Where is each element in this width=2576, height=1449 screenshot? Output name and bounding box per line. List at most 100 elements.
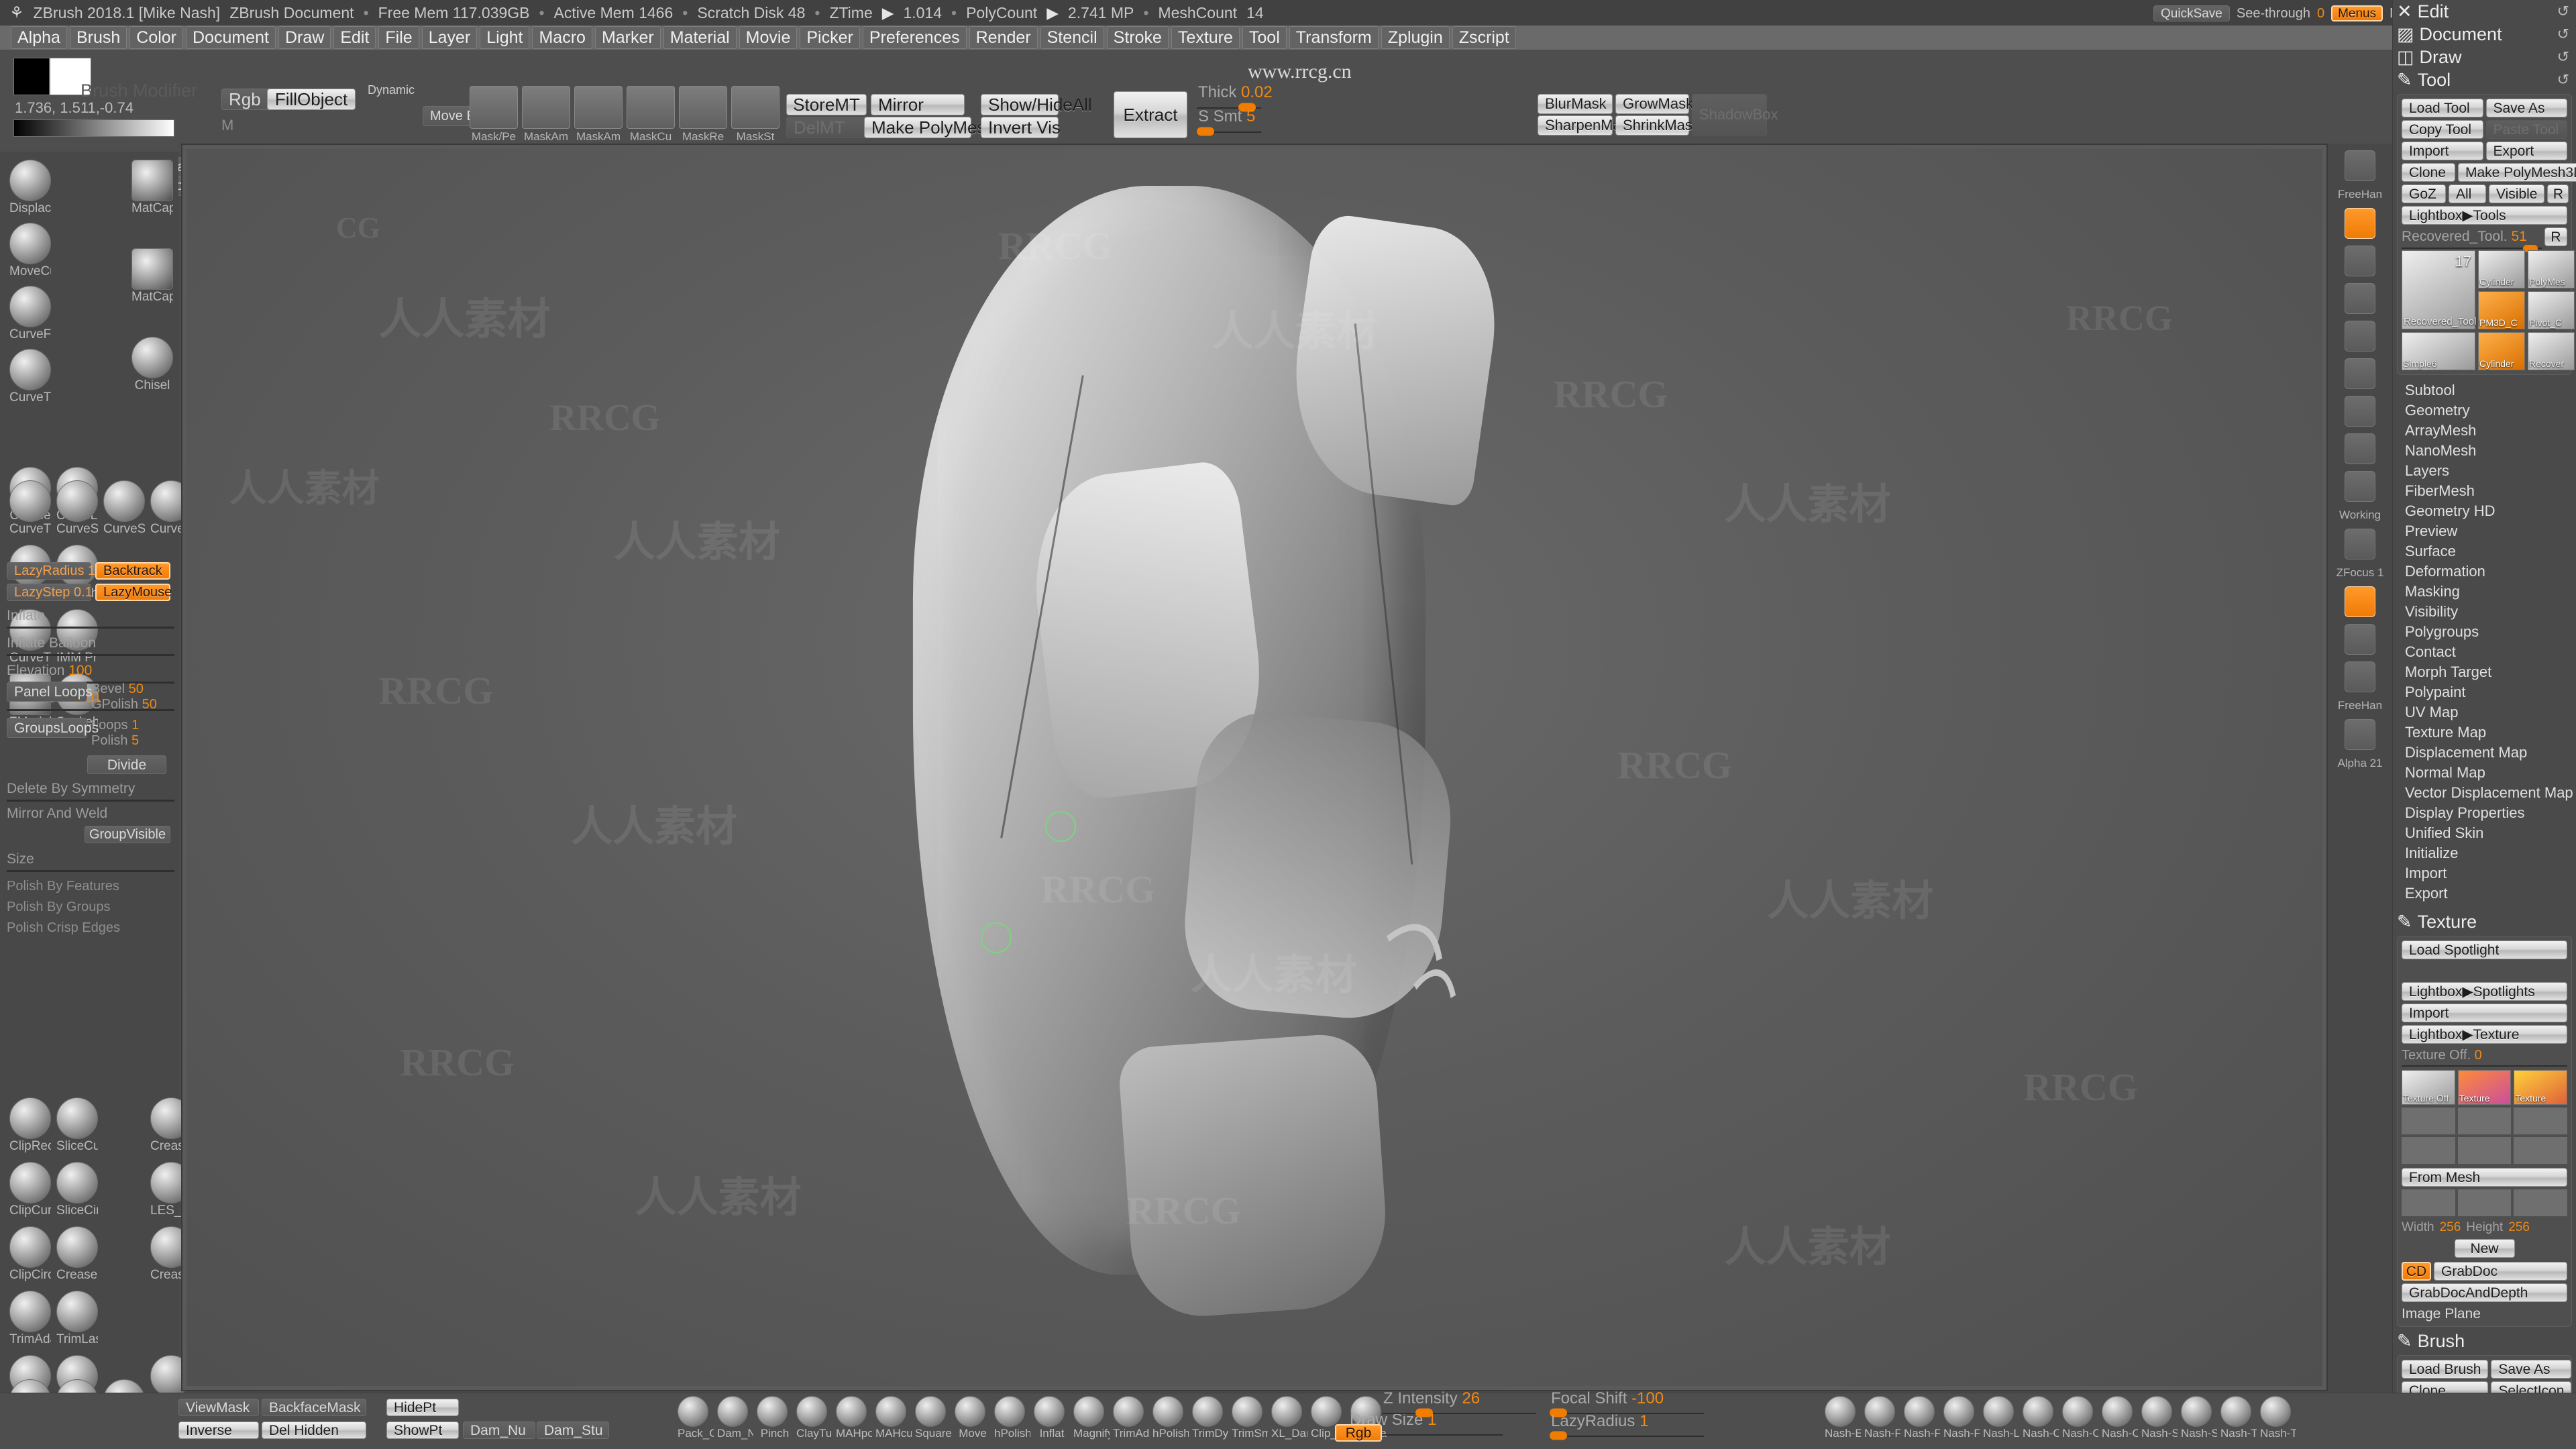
menu-document[interactable]: Document: [186, 25, 276, 50]
tool-thumb-recovered[interactable]: 17 Recovered_Tool: [2402, 250, 2476, 329]
draw-mode-button[interactable]: [2345, 246, 2375, 276]
menu-alpha[interactable]: Alpha: [11, 25, 67, 50]
loops-slider[interactable]: Loops 1: [91, 718, 172, 733]
menu-tool[interactable]: Tool: [1242, 25, 1287, 50]
color-gradient-bar[interactable]: [13, 119, 174, 137]
shrinkmask-button[interactable]: ShrinkMask: [1615, 115, 1700, 136]
curveture-brush[interactable]: CurveTu: [9, 480, 51, 537]
subpalette-uv-map[interactable]: UV Map: [2393, 702, 2576, 722]
freehand-2-button[interactable]: [2345, 719, 2375, 750]
zfocus-button[interactable]: [2345, 586, 2375, 617]
brush-quick-item[interactable]: Pack_C: [678, 1396, 714, 1440]
quicksave-button[interactable]: QuickSave: [2153, 5, 2230, 21]
subpalette-visibility[interactable]: Visibility: [2393, 602, 2576, 622]
brush-quick-item[interactable]: Magnify: [1073, 1396, 1110, 1440]
lightbox-spotlights-button[interactable]: Lightbox▶Spotlights: [2402, 982, 2567, 1001]
cliprect-brush[interactable]: ClipRect: [9, 1097, 51, 1154]
texture-thumb-3[interactable]: [2402, 1108, 2455, 1134]
brush-quick-item[interactable]: Move: [955, 1396, 991, 1440]
mirror-and-weld-label[interactable]: Mirror And Weld: [7, 806, 107, 822]
slicecircle-brush[interactable]: SliceCirc: [56, 1162, 98, 1218]
lasso-select-button[interactable]: [2345, 283, 2375, 314]
subpalette-morph-target[interactable]: Morph Target: [2393, 662, 2576, 682]
reset-icon[interactable]: ↺: [2557, 25, 2569, 43]
brush-quick-item[interactable]: MAHcut: [875, 1396, 912, 1440]
polish-by-groups-label[interactable]: Polish By Groups: [7, 900, 174, 915]
mask-rect-icon[interactable]: [627, 86, 675, 129]
bevel-slider[interactable]: Bevel 50: [91, 682, 172, 697]
inverse-button[interactable]: Inverse: [178, 1421, 259, 1439]
tool-thumb-recover[interactable]: Recover: [2528, 332, 2575, 370]
clone-button[interactable]: Clone: [2402, 163, 2455, 182]
del-hidden-button[interactable]: Del Hidden: [262, 1421, 366, 1439]
texture-thumb-11[interactable]: [2514, 1189, 2567, 1216]
scale-tool-button[interactable]: [2345, 321, 2375, 352]
menu-light[interactable]: Light: [480, 25, 530, 50]
brush-quick-item[interactable]: hPolish: [1152, 1396, 1189, 1440]
subpalette-arraymesh[interactable]: ArrayMesh: [2393, 421, 2576, 441]
menu-stroke[interactable]: Stroke: [1106, 25, 1169, 50]
dam-nu-button[interactable]: Dam_Nu: [463, 1421, 535, 1439]
brush-quick-item[interactable]: Dam_Nu: [717, 1396, 753, 1440]
lazystep-slider[interactable]: LazyStep 0.1: [7, 584, 93, 601]
nash-brush-item[interactable]: Nash-Fo: [1943, 1396, 1980, 1440]
subpalette-polypaint[interactable]: Polypaint: [2393, 682, 2576, 702]
palette-section-edit[interactable]: ✕ Edit ↺: [2393, 0, 2576, 23]
groupvisible-button[interactable]: GroupVisible: [85, 826, 170, 843]
subpalette-geometry[interactable]: Geometry: [2393, 400, 2576, 421]
tool-thumb-cylinder2[interactable]: Cylinder: [2478, 332, 2525, 370]
menu-brush[interactable]: Brush: [69, 25, 127, 50]
menu-movie[interactable]: Movie: [739, 25, 798, 50]
curvesnake-brush[interactable]: CurveSn: [56, 480, 98, 537]
load-spotlight-button[interactable]: Load Spotlight: [2402, 941, 2567, 959]
menus-button[interactable]: Menus: [2331, 5, 2383, 21]
chisel-brush[interactable]: Chisel: [131, 337, 173, 393]
brush-quick-item[interactable]: Pinch: [757, 1396, 793, 1440]
texture-thumb-off[interactable]: Texture Off: [2402, 1070, 2455, 1105]
subpalette-contact[interactable]: Contact: [2393, 642, 2576, 662]
shadowbox-button[interactable]: ShadowBox: [1692, 94, 1778, 136]
subpalette-subtool[interactable]: Subtool: [2393, 380, 2576, 400]
tool-thumb-polymesh[interactable]: PolyMes: [2528, 250, 2575, 288]
matcap-material[interactable]: MatCap: [131, 160, 173, 216]
floor-grid-button[interactable]: [2345, 471, 2375, 502]
import-button[interactable]: Import: [2402, 142, 2483, 160]
nash-brush-item[interactable]: Nash-Li: [1983, 1396, 2019, 1440]
mask-ambient-icon[interactable]: [522, 86, 570, 129]
delete-by-symmetry-label[interactable]: Delete By Symmetry: [7, 781, 174, 797]
copy-tool-button[interactable]: Copy Tool: [2402, 120, 2483, 139]
texture-import-button[interactable]: Import: [2402, 1004, 2567, 1022]
menu-marker[interactable]: Marker: [594, 25, 661, 50]
menu-color[interactable]: Color: [129, 25, 184, 50]
paste-tool-button[interactable]: Paste Tool: [2485, 120, 2567, 139]
lazyradius-bottom-slider[interactable]: LazyRadius 1: [1550, 1412, 1704, 1440]
curvestrap-brush[interactable]: CurveSt: [103, 480, 145, 537]
menu-render[interactable]: Render: [969, 25, 1038, 50]
subpalette-geometry-hd[interactable]: Geometry HD: [2393, 501, 2576, 521]
dam-stu-button[interactable]: Dam_Stu: [537, 1421, 609, 1439]
invert-vis-button[interactable]: Invert Vis: [981, 117, 1061, 138]
delmt-button[interactable]: DelMT: [786, 117, 867, 138]
menu-macro[interactable]: Macro: [532, 25, 592, 50]
menu-file[interactable]: File: [378, 25, 419, 50]
clipcurve-brush[interactable]: ClipCurv: [9, 1162, 51, 1218]
subpalette-import[interactable]: Import: [2393, 863, 2576, 883]
mask-replace-icon[interactable]: [731, 86, 780, 129]
palette-section-brush[interactable]: ✎ Brush: [2393, 1330, 2576, 1352]
curvetri-brush[interactable]: CurveTr: [9, 349, 51, 405]
nash-brush-item[interactable]: Nash-Ti: [2220, 1396, 2257, 1440]
reset-icon[interactable]: ↺: [2557, 3, 2569, 20]
backtrack-button[interactable]: Backtrack: [95, 562, 170, 580]
subpalette-masking[interactable]: Masking: [2393, 582, 2576, 602]
palette-section-tool[interactable]: ✎ Tool ↺: [2393, 68, 2576, 91]
trimlasso-brush[interactable]: TrimLas: [56, 1291, 98, 1347]
lightbox-texture-button[interactable]: Lightbox▶Texture: [2402, 1025, 2567, 1044]
palette-section-document[interactable]: ▨ Document ↺: [2393, 23, 2576, 46]
divide-button[interactable]: Divide: [87, 755, 166, 774]
local-transform-button[interactable]: [2345, 624, 2375, 655]
main-color-swatch[interactable]: [13, 58, 50, 95]
mask-stroke-icon[interactable]: [679, 86, 727, 129]
nash-brush-item[interactable]: Nash-St: [2181, 1396, 2217, 1440]
make-polymesh3d-button[interactable]: Make PolyMesh3D: [2458, 163, 2576, 182]
brush-quick-item[interactable]: MAHpol: [836, 1396, 872, 1440]
